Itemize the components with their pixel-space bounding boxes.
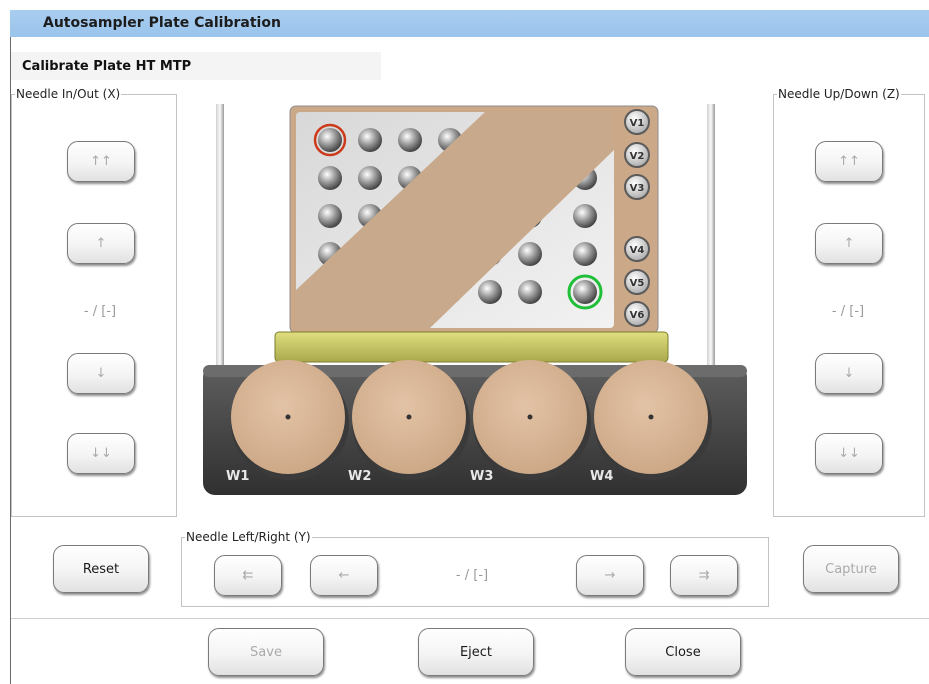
needle-y-value: - / [-]: [455, 568, 489, 583]
plate-cover-strip: [296, 112, 614, 328]
needle-z-legend: Needle Up/Down (Z): [778, 87, 900, 101]
eject-button[interactable]: Eject: [418, 628, 534, 676]
plate-holder: [274, 331, 669, 363]
wash-label: W4: [590, 469, 613, 484]
sample-plate: [289, 105, 659, 334]
wash-station: [594, 360, 708, 474]
needle-z-value: - / [-]: [831, 304, 865, 319]
vial-label: V4: [630, 245, 645, 256]
needle-y-right-button[interactable]: →: [576, 555, 644, 596]
vial-label: V5: [630, 278, 645, 289]
plate-subtitle: Calibrate Plate HT MTP: [22, 59, 192, 74]
needle-z-fast-up-button[interactable]: ↑↑: [815, 141, 883, 182]
wash-label: W1: [226, 469, 249, 484]
needle-x-up-button[interactable]: ↑: [67, 223, 135, 264]
vial-label: V2: [630, 151, 645, 162]
needle-x-down-button[interactable]: ↓: [67, 353, 135, 394]
target-well-marker: [567, 274, 603, 310]
needle-z-down-button[interactable]: ↓: [815, 353, 883, 394]
subtitle-panel: Calibrate Plate HT MTP: [11, 52, 381, 80]
close-button[interactable]: Close: [625, 628, 741, 676]
sample-wells: [318, 128, 597, 304]
vial-label: V3: [630, 183, 645, 194]
wash-station: [352, 360, 466, 474]
selected-well-marker: [313, 123, 347, 157]
needle-y-fast-left-button[interactable]: ⇇: [214, 555, 282, 596]
needle-x-fast-up-button[interactable]: ↑↑: [67, 141, 135, 182]
vial-label: V6: [630, 310, 645, 321]
wash-label: W3: [470, 469, 493, 484]
wash-label: W2: [348, 469, 371, 484]
wash-station: [231, 360, 345, 474]
needle-x-value: - / [-]: [83, 304, 117, 319]
window-title: Autosampler Plate Calibration: [43, 15, 281, 31]
needle-y-left-button[interactable]: ←: [310, 555, 378, 596]
needle-y-legend: Needle Left/Right (Y): [186, 530, 311, 544]
vial-label: V1: [630, 118, 645, 129]
capture-button[interactable]: Capture: [803, 545, 899, 593]
needle-z-up-button[interactable]: ↑: [815, 223, 883, 264]
reset-button[interactable]: Reset: [53, 545, 149, 593]
vial-positions: V1 V2 V3 V4 V5 V6: [624, 109, 650, 327]
footer-separator: [11, 618, 929, 619]
needle-x-fast-down-button[interactable]: ↓↓: [67, 433, 135, 474]
needle-x-legend: Needle In/Out (X): [16, 87, 121, 101]
guide-rods: [216, 104, 715, 372]
wash-base: W1 W2 W3 W4: [203, 360, 747, 495]
needle-y-fast-right-button[interactable]: ⇉: [670, 555, 738, 596]
title-bar: Autosampler Plate Calibration: [10, 10, 929, 37]
needle-z-fast-down-button[interactable]: ↓↓: [815, 433, 883, 474]
wash-station: [473, 360, 587, 474]
save-button[interactable]: Save: [208, 628, 324, 676]
